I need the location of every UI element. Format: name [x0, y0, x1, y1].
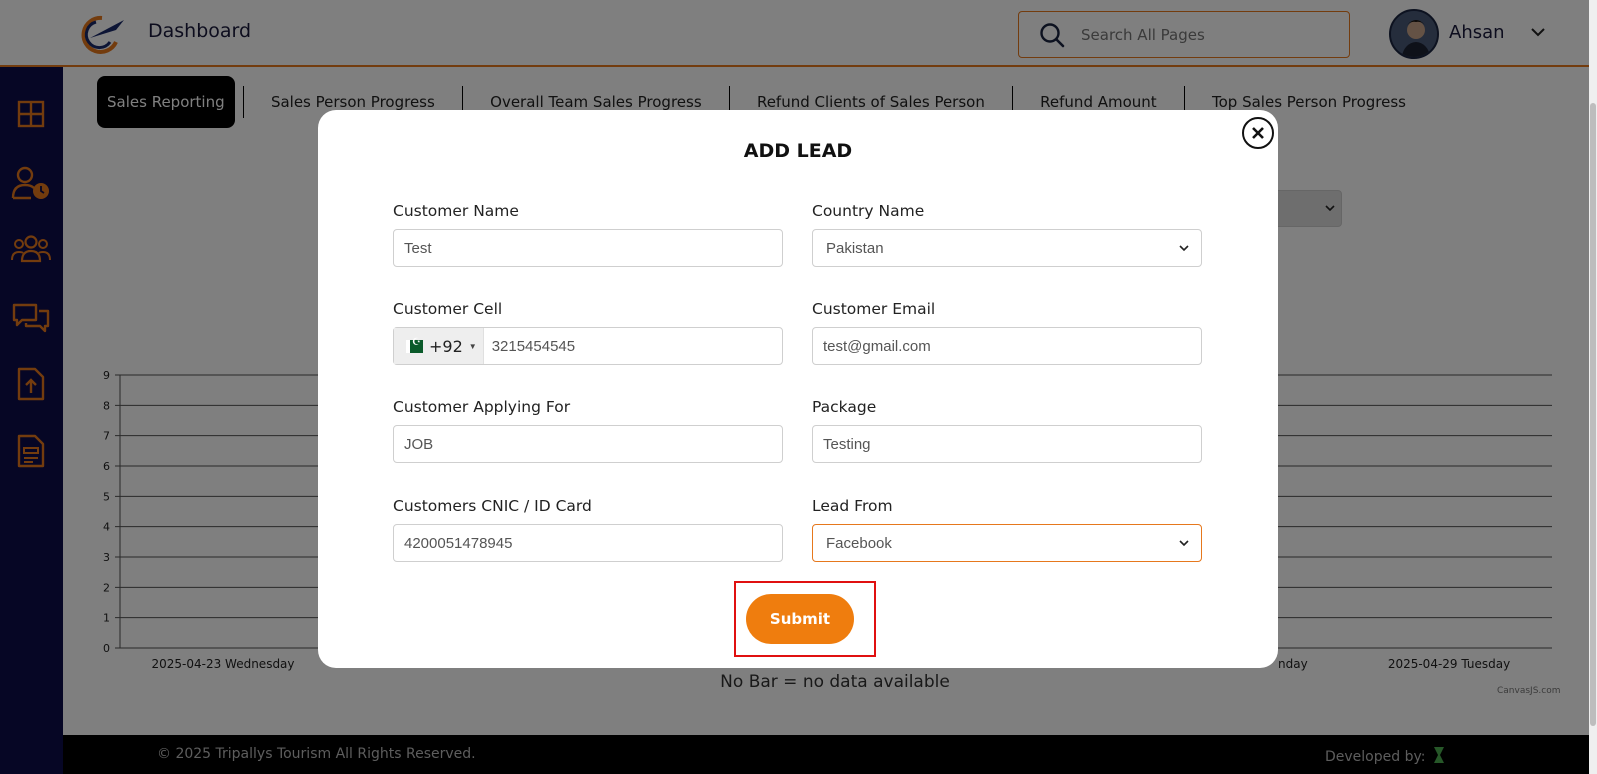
- caret-down-icon: ▼: [468, 341, 477, 351]
- cnic-field: Customers CNIC / ID Card 4200051478945: [393, 497, 783, 562]
- customer-cell-label: Customer Cell: [393, 300, 503, 318]
- country-name-field: Country Name Pakistan: [812, 202, 1202, 267]
- lead-from-field: Lead From Facebook: [812, 497, 1202, 562]
- package-field: Package Testing: [812, 398, 1202, 463]
- customer-name-field: Customer Name Test: [393, 202, 783, 267]
- lead-from-select[interactable]: Facebook: [812, 524, 1202, 562]
- country-value: Pakistan: [826, 239, 884, 257]
- customer-email-field: Customer Email test@gmail.com: [812, 300, 1202, 365]
- country-select[interactable]: Pakistan: [812, 229, 1202, 267]
- lead-from-label: Lead From: [812, 497, 893, 515]
- customer-email-label: Customer Email: [812, 300, 936, 318]
- customer-name-label: Customer Name: [393, 202, 519, 220]
- applying-for-field: Customer Applying For JOB: [393, 398, 783, 463]
- customer-cell-value: 3215454545: [491, 337, 576, 355]
- cnic-label: Customers CNIC / ID Card: [393, 497, 592, 515]
- lead-from-value: Facebook: [826, 534, 892, 552]
- chevron-down-icon: [1179, 244, 1189, 251]
- customer-email-value: test@gmail.com: [823, 337, 931, 355]
- country-name-label: Country Name: [812, 202, 925, 220]
- modal-title: ADD LEAD: [743, 140, 853, 162]
- applying-for-label: Customer Applying For: [393, 398, 571, 416]
- customer-email-input[interactable]: test@gmail.com: [812, 327, 1202, 365]
- dial-code: +92: [429, 336, 463, 356]
- close-icon: [1252, 127, 1264, 139]
- package-label: Package: [812, 398, 877, 416]
- customer-cell-input[interactable]: +92 ▼ 3215454545: [393, 327, 783, 365]
- cnic-value: 4200051478945: [404, 534, 513, 552]
- customer-cell-field: Customer Cell +92 ▼ 3215454545: [393, 300, 783, 365]
- add-lead-modal: ADD LEAD Customer Name Test Country Name…: [318, 110, 1278, 668]
- customer-name-value: Test: [404, 239, 432, 257]
- scrollbar-thumb[interactable]: [1590, 103, 1596, 726]
- applying-for-input[interactable]: JOB: [393, 425, 783, 463]
- submit-button[interactable]: Submit: [746, 594, 854, 644]
- close-button[interactable]: [1242, 117, 1274, 149]
- package-input[interactable]: Testing: [812, 425, 1202, 463]
- customer-name-input[interactable]: Test: [393, 229, 783, 267]
- pakistan-flag-icon: [406, 337, 423, 353]
- package-value: Testing: [823, 435, 871, 453]
- country-code-selector[interactable]: +92 ▼: [394, 328, 484, 364]
- chevron-down-icon: [1179, 539, 1189, 546]
- applying-for-value: JOB: [404, 435, 434, 453]
- cnic-input[interactable]: 4200051478945: [393, 524, 783, 562]
